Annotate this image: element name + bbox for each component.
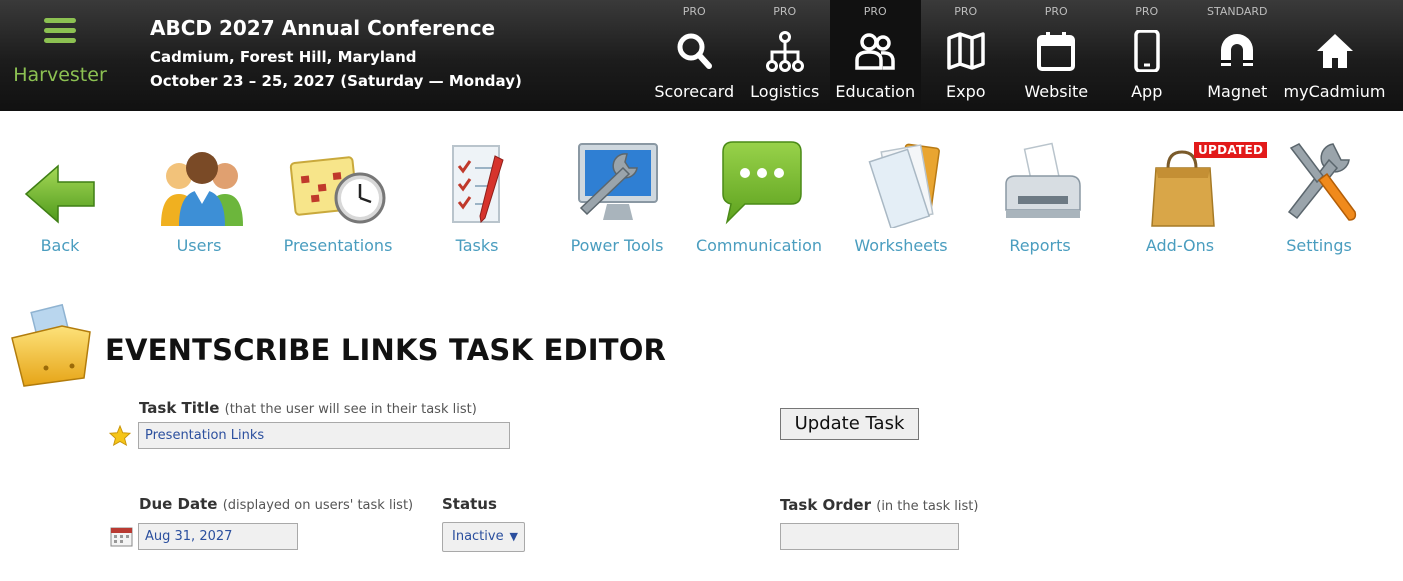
event-info: ABCD 2027 Annual Conference Cadmium, For… — [150, 16, 522, 96]
back-arrow-icon — [24, 164, 95, 224]
task-title-label: Task Title (that the user will see in th… — [139, 399, 477, 417]
brand[interactable]: Harvester — [0, 0, 120, 111]
toolbar-add-ons[interactable]: UPDATED Add-Ons — [1110, 130, 1268, 260]
toolbar-label: Users — [176, 236, 222, 255]
users-icon — [161, 152, 243, 226]
task-title-input[interactable]: Presentation Links — [138, 422, 510, 449]
nav-tier: PRO — [1135, 5, 1159, 18]
toolbar-label: Reports — [1009, 236, 1071, 255]
search-icon — [677, 33, 713, 69]
task-order-input[interactable] — [780, 523, 959, 550]
status-label: Status — [442, 495, 497, 513]
page-title: EVENTSCRIBE LINKS TASK EDITOR — [105, 333, 667, 367]
nav-item-website[interactable]: PRO Website — [1011, 0, 1102, 111]
chevron-down-icon: ▼ — [509, 530, 518, 543]
due-date-input[interactable]: Aug 31, 2027 — [138, 523, 298, 550]
nav-tier: PRO — [773, 5, 797, 18]
toolbar-label: Presentations — [283, 236, 393, 255]
due-date-label-text: Due Date — [139, 495, 218, 513]
task-order-label: Task Order (in the task list) — [780, 496, 978, 514]
task-title-hint: (that the user will see in their task li… — [224, 402, 477, 417]
toolbar-tasks[interactable]: Tasks — [407, 130, 547, 260]
main-nav: PRO Scorecard PRO Logistics PRO Educatio… — [649, 0, 1387, 111]
toolbar-label: Back — [40, 236, 80, 255]
calendar-icon — [1037, 32, 1076, 71]
due-date-hint: (displayed on users' task list) — [222, 498, 414, 513]
nav-item-app[interactable]: PRO App — [1102, 0, 1193, 111]
status-select[interactable]: Inactive ▼ — [442, 522, 525, 552]
phone-icon — [1134, 30, 1160, 72]
toolbar-label: Tasks — [455, 236, 499, 255]
status-select-value: Inactive — [452, 529, 504, 544]
toolbar-label: Add-Ons — [1145, 236, 1215, 255]
nav-item-scorecard[interactable]: PRO Scorecard — [649, 0, 740, 111]
documents-icon — [868, 143, 940, 228]
task-order-label-text: Task Order — [780, 496, 872, 514]
nav-item-expo[interactable]: PRO Expo — [921, 0, 1012, 111]
nav-tier: PRO — [682, 5, 706, 18]
toolbar-power-tools[interactable]: Power Tools — [547, 130, 687, 260]
toolbar-settings[interactable]: Settings — [1249, 130, 1389, 260]
magnet-icon — [1221, 34, 1254, 66]
nav-item-logistics[interactable]: PRO Logistics — [740, 0, 831, 111]
nav-tier: PRO — [863, 5, 887, 18]
star-icon — [109, 425, 131, 446]
home-icon — [1316, 34, 1353, 68]
nav-tier: PRO — [1044, 5, 1068, 18]
hamburger-menu-icon[interactable] — [44, 18, 76, 44]
toolbar-worksheets[interactable]: Worksheets — [831, 130, 971, 260]
nav-tier: STANDARD — [1206, 5, 1268, 18]
nav-item-education[interactable]: PRO Education — [830, 0, 921, 111]
due-date-label: Due Date (displayed on users' task list) — [139, 495, 413, 513]
toolbar-label: Power Tools — [570, 236, 664, 255]
map-icon — [947, 32, 985, 70]
calendar-clock-icon — [289, 156, 386, 224]
toolbar-users[interactable]: Users — [129, 130, 269, 260]
folder-icon — [11, 303, 91, 387]
nav-item-magnet[interactable]: STANDARD Magnet — [1192, 0, 1283, 111]
tools-icon — [1287, 143, 1357, 221]
toolbar-label: Settings — [1286, 236, 1352, 255]
brand-name: Harvester — [13, 64, 107, 86]
task-order-hint: (in the task list) — [876, 499, 979, 514]
checklist-icon — [452, 145, 504, 224]
printer-icon — [1005, 142, 1081, 218]
update-task-button[interactable]: Update Task — [780, 408, 919, 440]
task-title-label-text: Task Title — [139, 399, 220, 417]
toolbar-label: Communication — [695, 236, 823, 255]
toolbar-reports[interactable]: Reports — [970, 130, 1110, 260]
people-icon — [855, 33, 895, 70]
monitor-wrench-icon — [578, 143, 658, 220]
nav-item-mycadmium[interactable]: myCadmium — [1283, 0, 1387, 111]
event-title: ABCD 2027 Annual Conference — [150, 16, 496, 40]
toolbar-back[interactable]: Back — [0, 130, 130, 260]
nav-tier: PRO — [954, 5, 978, 18]
org-chart-icon — [765, 31, 804, 72]
event-location: Cadmium, Forest Hill, Maryland — [150, 48, 417, 66]
nav-label: myCadmium — [1283, 82, 1386, 101]
top-bar: Harvester ABCD 2027 Annual Conference Ca… — [0, 0, 1403, 111]
event-dates: October 23 – 25, 2027 (Saturday — Monday… — [150, 72, 522, 90]
toolbar-label: Worksheets — [854, 236, 948, 255]
chat-bubble-icon — [722, 141, 802, 225]
calendar-icon[interactable] — [110, 525, 133, 547]
toolbar-communication[interactable]: Communication — [689, 130, 829, 260]
toolbar-presentations[interactable]: Presentations — [268, 130, 408, 260]
toolbar: Back Users Presentations Tasks Power Too… — [0, 130, 1403, 260]
